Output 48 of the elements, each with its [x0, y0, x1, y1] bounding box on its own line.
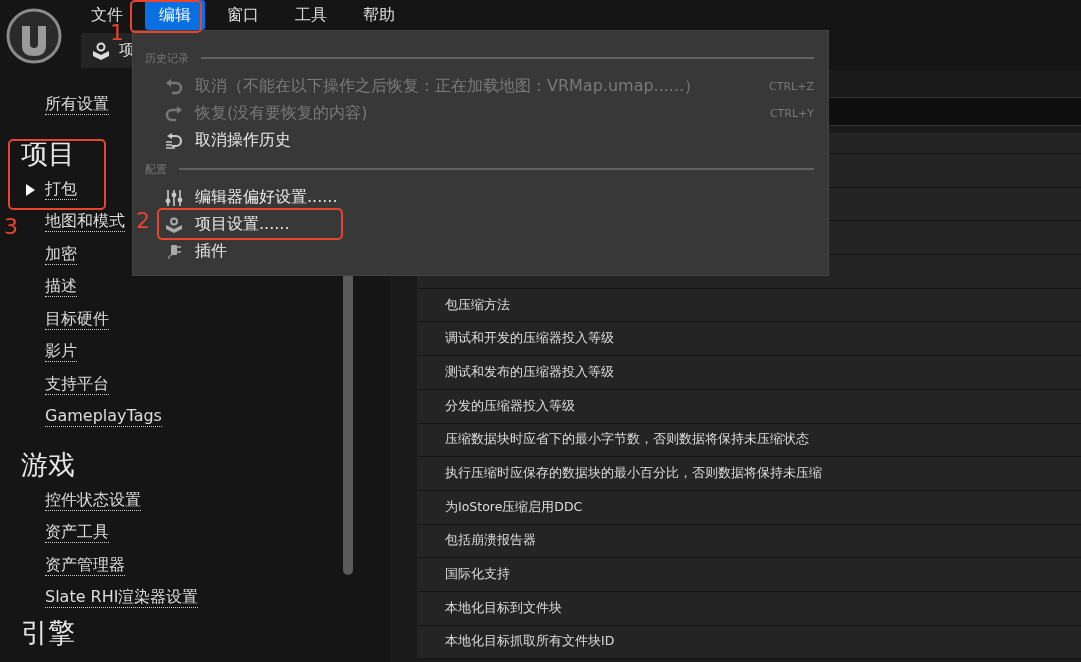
- sidebar-link[interactable]: 影片: [45, 341, 77, 363]
- sidebar-link[interactable]: 控件状态设置: [45, 489, 141, 511]
- menu-item[interactable]: 窗口: [213, 0, 273, 30]
- section-heading: 项目: [21, 137, 75, 171]
- sidebar-link[interactable]: Slate RHI渲染器设置: [45, 587, 199, 609]
- menu-entry[interactable]: 编辑器偏好设置......: [165, 187, 338, 208]
- step-number: 3: [4, 214, 18, 240]
- cube-gear-icon: [91, 41, 111, 60]
- highlight-frame: [130, 0, 202, 33]
- setting-label: 测试和发布的压缩器投入等级: [445, 363, 614, 381]
- setting-label: 包括崩溃报告器: [445, 532, 536, 550]
- setting-label: 调试和开发的压缩器投入等级: [445, 330, 614, 348]
- section-heading: 引擎: [21, 616, 75, 650]
- redo-icon: [165, 105, 183, 122]
- sidebar-link[interactable]: 描述: [45, 276, 77, 298]
- setting-label: 执行压缩时应保存的数据块的最小百分比，否则数据将保持未压缩: [445, 465, 822, 483]
- menu-item[interactable]: 编辑: [145, 0, 205, 30]
- sliders-icon: [165, 189, 183, 206]
- menu-item[interactable]: 帮助: [349, 0, 409, 30]
- step-number: 2: [136, 208, 150, 234]
- sidebar-link[interactable]: 资产管理器: [45, 554, 125, 576]
- sidebar-link[interactable]: 打包: [45, 178, 77, 200]
- sidebar-link[interactable]: 支持平台: [45, 373, 109, 395]
- menu-item[interactable]: 工具: [281, 0, 341, 30]
- setting-label: 为IoStore压缩启用DDC: [445, 498, 583, 516]
- cube-gear-icon: [165, 216, 183, 233]
- sidebar-link[interactable]: 目标硬件: [45, 308, 109, 330]
- setting-label: 本地化目标到文件块: [445, 599, 562, 617]
- menu-entry[interactable]: 取消操作历史: [165, 130, 291, 151]
- section-heading: 游戏: [21, 448, 75, 482]
- shortcut-label: CTRL+Y: [769, 107, 814, 120]
- sidebar-link[interactable]: 加密: [45, 243, 77, 265]
- setting-label: 压缩数据块时应省下的最小字节数，否则数据将保持未压缩状态: [445, 431, 809, 449]
- plug-icon: [165, 243, 183, 260]
- shortcut-label: CTRL+Z: [769, 80, 814, 93]
- undo-history-icon: [165, 132, 183, 149]
- sidebar-link[interactable]: GameplayTags: [45, 406, 162, 428]
- undo-icon: [165, 78, 183, 95]
- setting-label: 国际化支持: [445, 566, 510, 584]
- setting-label: 分发的压缩器投入等级: [445, 397, 575, 415]
- all-settings-link[interactable]: 所有设置: [45, 94, 109, 115]
- menu-entry[interactable]: 插件: [165, 241, 227, 262]
- sidebar-link[interactable]: 资产工具: [45, 522, 109, 544]
- setting-label: 本地化目标抓取所有文件块ID: [445, 633, 615, 651]
- logo-icon[interactable]: [6, 8, 62, 64]
- menu-entry[interactable]: 项目设置......: [165, 214, 290, 235]
- sidebar-link[interactable]: 地图和模式: [45, 211, 125, 233]
- setting-label: 包压缩方法: [445, 296, 510, 314]
